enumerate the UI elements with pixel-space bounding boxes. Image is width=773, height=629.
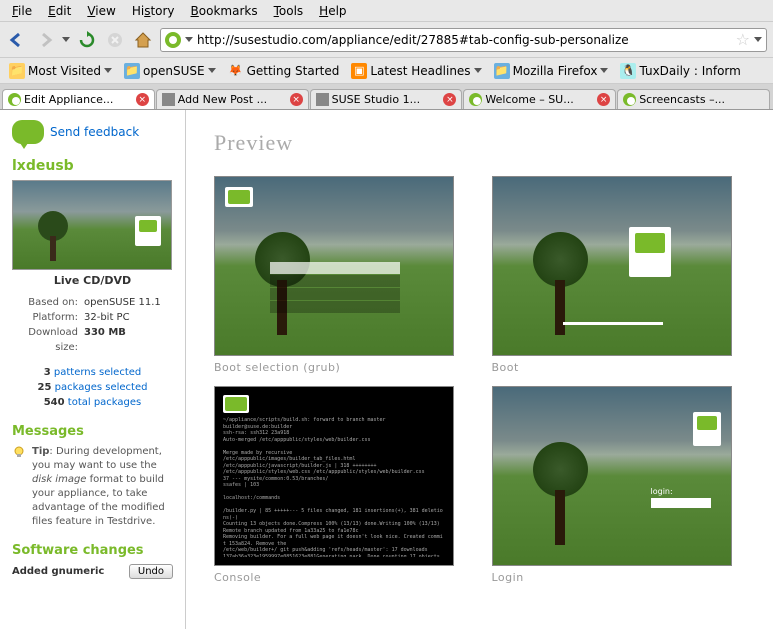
site-favicon-icon <box>165 32 181 48</box>
tab-close-icon[interactable]: × <box>597 93 610 106</box>
menu-bookmarks[interactable]: Bookmarks <box>183 2 266 20</box>
bookmark-opensuse[interactable]: 📁openSUSE <box>119 61 221 81</box>
undo-button[interactable]: Undo <box>129 564 173 579</box>
tab-close-icon[interactable]: × <box>443 93 456 106</box>
main-panel: Preview Boot selection (grub) Boot <box>186 110 773 629</box>
menu-edit[interactable]: Edit <box>40 2 79 20</box>
bookmark-star-icon[interactable]: ☆ <box>736 30 750 49</box>
menu-bar: FFileile Edit View History Bookmarks Too… <box>0 0 773 22</box>
change-row: Added gnumeric Undo <box>12 564 173 579</box>
patterns-link[interactable]: patterns selected <box>54 367 141 378</box>
appliance-name: lxdeusb <box>12 158 173 174</box>
stop-button[interactable] <box>104 29 126 51</box>
tab-close-icon[interactable]: × <box>290 93 303 106</box>
change-text: Added gnumeric <box>12 566 104 577</box>
url-input[interactable] <box>197 33 732 47</box>
back-button[interactable] <box>6 29 28 51</box>
url-bar[interactable]: ☆ <box>160 28 767 52</box>
tab-favicon-icon <box>162 93 175 106</box>
bookmark-getting-started[interactable]: 🦊Getting Started <box>223 61 345 81</box>
appliance-thumbnail[interactable] <box>12 180 172 270</box>
messages-heading: Messages <box>12 424 173 439</box>
preview-grid: Boot selection (grub) Boot ~/appliance/s… <box>214 176 745 584</box>
feedback-label: Send feedback <box>50 125 139 139</box>
preview-console[interactable]: ~/appliance/scripts/build.sh: forward to… <box>214 386 468 584</box>
software-changes-heading: Software changes <box>12 543 173 558</box>
nav-history-dropdown[interactable] <box>62 37 70 42</box>
sidebar: Send feedback lxdeusb Live CD/DVD Based … <box>0 110 186 629</box>
nav-toolbar: ☆ <box>0 22 773 58</box>
page-content: Send feedback lxdeusb Live CD/DVD Based … <box>0 110 773 629</box>
lightbulb-icon <box>12 445 26 459</box>
bookmark-tuxdaily[interactable]: 🐧TuxDaily : Inform <box>615 61 745 81</box>
appliance-format: Live CD/DVD <box>12 274 173 287</box>
tab-bar: Edit Appliance...× Add New Post ...× SUS… <box>0 84 773 110</box>
url-identity-dropdown[interactable] <box>185 37 193 42</box>
total-packages-link[interactable]: total packages <box>68 397 141 408</box>
menu-history[interactable]: History <box>124 2 183 20</box>
menu-file[interactable]: FFileile <box>4 2 40 20</box>
preview-boot-selection[interactable]: Boot selection (grub) <box>214 176 468 374</box>
tab-suse-studio[interactable]: SUSE Studio 1...× <box>310 89 463 109</box>
feedback-link[interactable]: Send feedback <box>12 120 173 144</box>
tab-favicon-icon <box>623 93 636 106</box>
tab-favicon-icon <box>469 93 482 106</box>
preview-heading: Preview <box>214 130 745 156</box>
bookmark-mozilla-firefox[interactable]: 📁Mozilla Firefox <box>489 61 614 81</box>
bookmarks-toolbar: 📁Most Visited 📁openSUSE 🦊Getting Started… <box>0 58 773 84</box>
reload-button[interactable] <box>76 29 98 51</box>
preview-boot[interactable]: Boot <box>492 176 746 374</box>
packages-link[interactable]: packages selected <box>55 382 148 393</box>
menu-tools[interactable]: Tools <box>266 2 312 20</box>
preview-login[interactable]: login: Login <box>492 386 746 584</box>
tip-message: Tip: During development, you may want to… <box>12 445 173 529</box>
appliance-meta: Based on:openSUSE 11.1 Platform:32-bit P… <box>12 295 173 355</box>
speech-bubble-icon <box>12 120 44 144</box>
menu-view[interactable]: View <box>79 2 123 20</box>
tab-favicon-icon <box>8 93 21 106</box>
tab-welcome[interactable]: Welcome – SU...× <box>463 89 616 109</box>
bookmark-most-visited[interactable]: 📁Most Visited <box>4 61 117 81</box>
appliance-stats: 3 patterns selected 25 packages selected… <box>12 365 173 410</box>
tab-edit-appliance[interactable]: Edit Appliance...× <box>2 89 155 109</box>
url-history-dropdown[interactable] <box>754 37 762 42</box>
home-button[interactable] <box>132 29 154 51</box>
tab-close-icon[interactable]: × <box>136 93 149 106</box>
bookmark-latest-headlines[interactable]: ▣Latest Headlines <box>346 61 486 81</box>
tab-add-new-post[interactable]: Add New Post ...× <box>156 89 309 109</box>
tab-favicon-icon <box>316 93 329 106</box>
tab-screencasts[interactable]: Screencasts –... <box>617 89 770 109</box>
menu-help[interactable]: Help <box>311 2 354 20</box>
forward-button[interactable] <box>34 29 56 51</box>
